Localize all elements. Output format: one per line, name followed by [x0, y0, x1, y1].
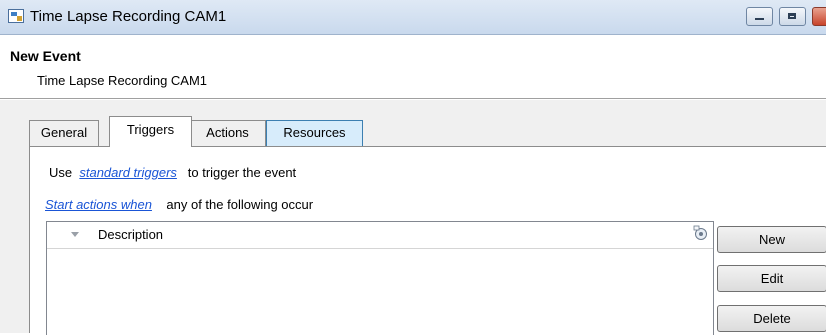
start-actions-when-link[interactable]: Start actions when	[45, 197, 152, 212]
column-chooser-icon[interactable]	[692, 225, 708, 241]
trigger-event-label: to trigger the event	[187, 165, 297, 180]
dialog-header: New Event Time Lapse Recording CAM1	[0, 35, 826, 95]
tab-actions[interactable]: Actions	[189, 120, 266, 146]
dialog-body: General Triggers Actions Resources Use s…	[0, 100, 826, 335]
tab-triggers[interactable]: Triggers	[109, 116, 192, 147]
title-bar: Time Lapse Recording CAM1	[0, 0, 826, 35]
triggers-panel: Use standard triggers to trigger the eve…	[29, 146, 826, 335]
standard-triggers-link[interactable]: standard triggers	[79, 165, 177, 180]
following-occur-label: any of the following occur	[166, 197, 314, 212]
edit-button[interactable]: Edit	[717, 265, 826, 292]
column-header-description[interactable]: Description	[98, 227, 163, 242]
maximize-button[interactable]	[779, 7, 806, 26]
app-icon	[8, 9, 24, 23]
maximize-icon	[788, 13, 796, 19]
start-actions-description: Start actions when any of the following …	[45, 197, 313, 212]
close-button[interactable]	[812, 7, 826, 26]
minimize-button[interactable]	[746, 7, 773, 26]
list-header: Description	[47, 222, 713, 249]
delete-button[interactable]: Delete	[717, 305, 826, 332]
tab-general[interactable]: General	[29, 120, 99, 146]
sort-indicator-icon[interactable]	[71, 232, 79, 237]
minimize-icon	[755, 18, 764, 20]
use-label: Use	[49, 165, 73, 180]
tab-resources[interactable]: Resources	[266, 120, 363, 146]
page-title: New Event	[10, 48, 81, 64]
window-title: Time Lapse Recording CAM1	[30, 8, 227, 25]
trigger-description: Use standard triggers to trigger the eve…	[49, 165, 296, 180]
page-subtitle: Time Lapse Recording CAM1	[37, 73, 208, 88]
new-button[interactable]: New	[717, 226, 826, 253]
triggers-list[interactable]: Description	[46, 221, 714, 335]
